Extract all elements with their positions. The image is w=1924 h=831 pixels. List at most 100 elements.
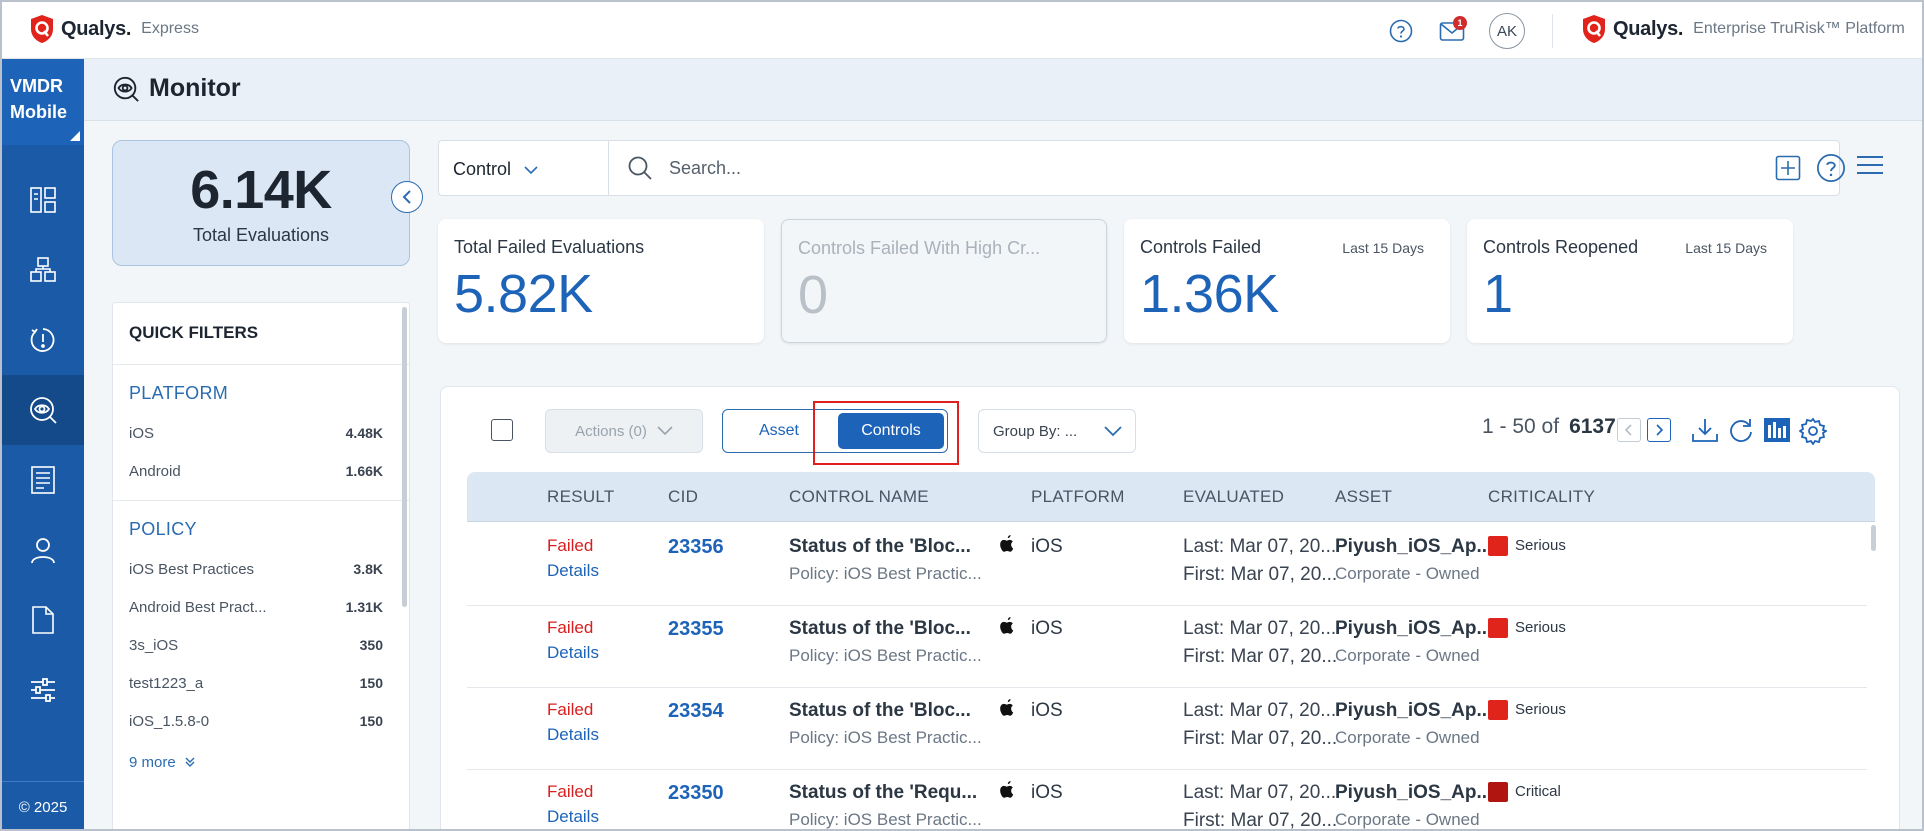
stat-card-controls-failed[interactable]: Controls Failed Last 15 Days 1.36K (1124, 219, 1450, 343)
quick-filters-panel: QUICK FILTERS PLATFORM iOS 4.48K Android 1… (112, 302, 410, 829)
filter-item[interactable]: Android Best Pract... 1.31K (129, 588, 383, 626)
details-link[interactable]: Details (547, 561, 599, 581)
hamburger-menu-icon[interactable] (1856, 155, 1884, 175)
chevron-left-icon (402, 190, 411, 204)
asset-name[interactable]: Piyush_iOS_Ap... (1335, 536, 1492, 558)
sidebar-item-configuration[interactable] (2, 655, 84, 725)
column-header-platform[interactable]: PLATFORM (1031, 487, 1125, 507)
stat-card-total-failed[interactable]: Total Failed Evaluations 5.82K (438, 219, 764, 343)
group-by-dropdown[interactable]: Group By: ... (978, 409, 1136, 453)
sidebar-item-vulnerabilities[interactable] (2, 305, 84, 375)
control-name[interactable]: Status of the 'Bloc... (789, 700, 971, 722)
filter-item[interactable]: 3s_iOS 350 (129, 626, 383, 664)
filter-label: iOS Best Practices (129, 560, 255, 578)
cid-link[interactable]: 23354 (668, 700, 724, 723)
filter-item[interactable]: test1223_a 150 (129, 664, 383, 702)
sidebar-item-documents[interactable] (2, 585, 84, 655)
previous-page-button[interactable] (1617, 418, 1641, 442)
result-status: Failed (547, 700, 594, 719)
total-evaluations-card: 6.14K Total Evaluations (112, 140, 410, 266)
control-policy: Policy: iOS Best Practic... (789, 564, 982, 583)
module-switcher[interactable]: VMDR Mobile (2, 59, 84, 145)
result-status: Failed (547, 782, 594, 801)
corner-triangle-icon (70, 131, 80, 141)
column-header-criticality[interactable]: CRITICALITY (1488, 487, 1595, 507)
table-row[interactable]: Failed Details 23354 Status of the 'Bloc...… (467, 688, 1867, 770)
control-name[interactable]: Status of the 'Requ... (789, 782, 977, 804)
last-evaluated: Last: Mar 07, 20... (1183, 536, 1337, 557)
criticality-label: Serious (1515, 619, 1566, 636)
search-scope-label: Control (453, 159, 512, 179)
details-link[interactable]: Details (547, 807, 599, 827)
control-name[interactable]: Status of the 'Bloc... (789, 618, 971, 640)
scrollbar[interactable] (402, 307, 407, 607)
refresh-icon[interactable] (1728, 417, 1754, 443)
sidebar-item-monitor[interactable] (2, 375, 84, 445)
product-name: Express (141, 20, 199, 37)
download-icon[interactable] (1691, 417, 1719, 443)
asset-ownership: Corporate - Owned (1335, 810, 1480, 829)
first-evaluated: First: Mar 07, 20... (1183, 728, 1338, 749)
column-header-evaluated[interactable]: EVALUATED (1183, 487, 1284, 507)
show-more-link[interactable]: 9 more (129, 744, 383, 780)
asset-name[interactable]: Piyush_iOS_Ap... (1335, 700, 1492, 722)
sidebar-item-users[interactable] (2, 515, 84, 585)
cid-link[interactable]: 23355 (668, 618, 724, 641)
gear-icon[interactable] (1799, 417, 1827, 445)
first-evaluated: First: Mar 07, 20... (1183, 564, 1338, 585)
column-header-control-name[interactable]: CONTROL NAME (789, 487, 929, 507)
next-page-button[interactable] (1647, 418, 1671, 442)
collapse-panel-button[interactable] (391, 181, 423, 213)
filter-label: iOS_1.5.8-0 (129, 712, 210, 730)
details-link[interactable]: Details (547, 643, 599, 663)
sidebar-item-reports[interactable] (2, 445, 84, 515)
main-content: 6.14K Total Evaluations QUICK FILTERS PL… (84, 121, 1922, 829)
asset-name[interactable]: Piyush_iOS_Ap... (1335, 782, 1492, 804)
chart-view-icon[interactable] (1763, 417, 1791, 443)
table-row[interactable]: Failed Details 23350 Status of the 'Requ...… (467, 770, 1867, 829)
control-name[interactable]: Status of the 'Bloc... (789, 536, 971, 558)
control-policy: Policy: iOS Best Practic... (789, 646, 982, 665)
asset-name[interactable]: Piyush_iOS_Ap... (1335, 618, 1492, 640)
criticality-label: Serious (1515, 537, 1566, 554)
stat-card-controls-reopened[interactable]: Controls Reopened Last 15 Days 1 (1467, 219, 1793, 343)
search-scope-dropdown[interactable]: Control (439, 141, 609, 195)
column-header-cid[interactable]: CID (668, 487, 698, 507)
filter-label: test1223_a (129, 674, 204, 692)
table-scrollbar[interactable] (1871, 525, 1876, 551)
table-row[interactable]: Failed Details 23355 Status of the 'Bloc...… (467, 606, 1867, 688)
cid-link[interactable]: 23350 (668, 782, 724, 805)
search-help-icon[interactable] (1816, 153, 1846, 183)
help-icon[interactable] (1388, 18, 1414, 44)
criticality-indicator (1488, 618, 1508, 638)
search-input[interactable] (669, 153, 1669, 183)
policy-filter-section: POLICY iOS Best Practices 3.8K Android Be… (113, 501, 409, 790)
cid-link[interactable]: 23356 (668, 536, 724, 559)
platform-name: Enterprise TruRisk™ Platform (1693, 20, 1905, 37)
table-row[interactable]: Failed Details 23356 Status of the 'Bloc...… (467, 524, 1867, 606)
pagination-summary: 1 - 50 of 6137 (1482, 415, 1616, 439)
settings-sliders-icon (31, 678, 55, 702)
filter-item[interactable]: iOS 4.48K (129, 414, 383, 452)
filter-item[interactable]: Android 1.66K (129, 452, 383, 490)
filter-item[interactable]: iOS_1.5.8-0 150 (129, 702, 383, 740)
avatar[interactable]: AK (1489, 13, 1525, 49)
filter-label: Android (129, 462, 181, 480)
sidebar-item-dashboard[interactable] (2, 165, 84, 235)
asset-ownership: Corporate - Owned (1335, 646, 1480, 665)
column-header-asset[interactable]: ASSET (1335, 487, 1392, 507)
search-bar: Control (438, 140, 1845, 196)
platform-name: iOS (1031, 536, 1063, 557)
filter-item[interactable]: iOS Best Practices 3.8K (129, 550, 383, 588)
column-header-result[interactable]: RESULT (547, 487, 615, 507)
add-icon[interactable] (1775, 155, 1801, 181)
filter-count: 1.66K (345, 463, 383, 479)
stat-title: Controls Reopened (1483, 237, 1639, 257)
qualys-logo[interactable]: Qualys. Express (29, 14, 199, 44)
page-range: 1 - 50 of (1482, 415, 1560, 438)
select-all-checkbox[interactable] (491, 419, 513, 441)
criticality-indicator (1488, 782, 1508, 802)
sidebar-item-inventory[interactable] (2, 235, 84, 305)
details-link[interactable]: Details (547, 725, 599, 745)
results-panel: Actions (0) Asset Controls Group By: ...… (440, 386, 1900, 829)
